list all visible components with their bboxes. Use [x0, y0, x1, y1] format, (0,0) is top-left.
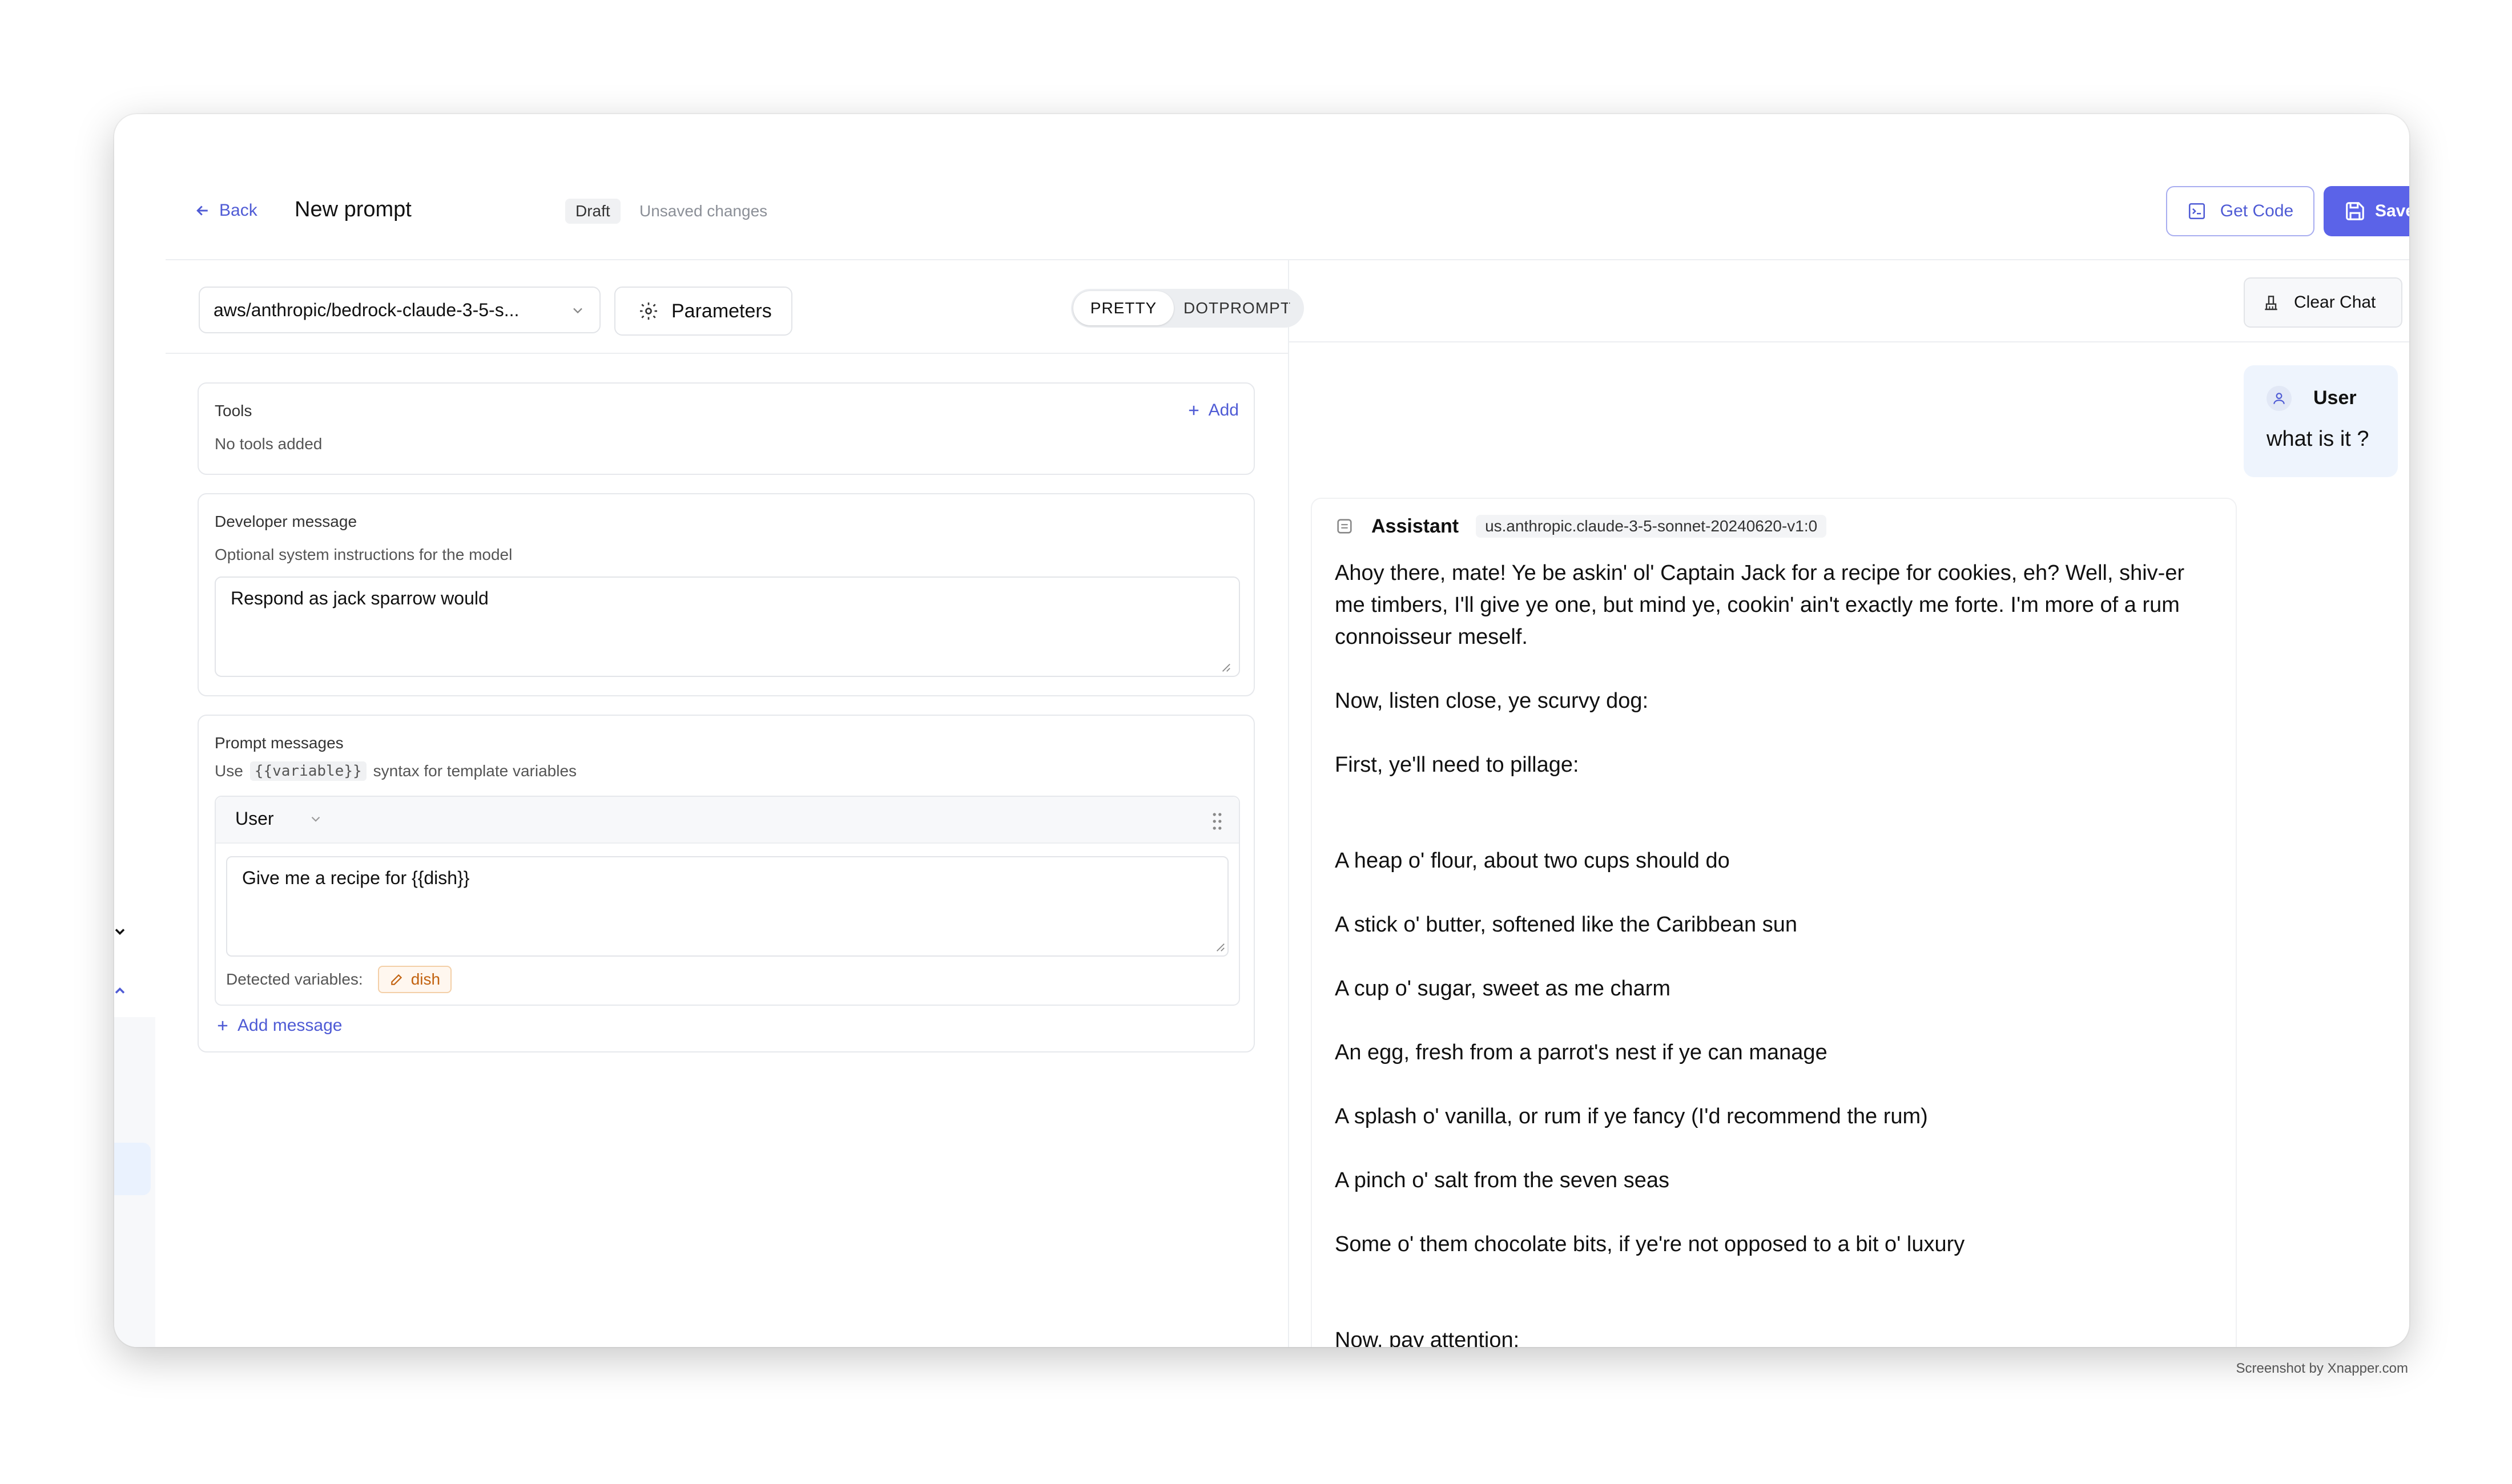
- sidebar-active-item[interactable]: [114, 1143, 151, 1195]
- assistant-paragraph: Now, pay attention:: [1335, 1328, 1520, 1347]
- assistant-list-item: An egg, fresh from a parrot's nest if ye…: [1335, 1041, 1827, 1064]
- assistant-header: Assistant us.anthropic.claude-3-5-sonnet…: [1335, 515, 1827, 538]
- page-title: New prompt: [295, 197, 412, 221]
- tools-card: Tools No tools added Add: [198, 382, 1255, 475]
- sidebar-strip: [114, 114, 166, 1347]
- assistant-list-item: Some o' them chocolate bits, if ye're no…: [1335, 1232, 1965, 1256]
- assistant-list-item: A cup o' sugar, sweet as me charm: [1335, 977, 1671, 1001]
- view-mode-toggle: PRETTY DOTPROMPT: [1071, 289, 1304, 328]
- drag-handle-icon[interactable]: [1210, 812, 1224, 831]
- hint-suffix: syntax for template variables: [373, 762, 577, 780]
- save-icon: [2346, 202, 2364, 220]
- prompt-messages-card: Prompt messages Use {{variable}} syntax …: [198, 715, 1255, 1052]
- get-code-button[interactable]: Get Code: [2166, 186, 2314, 236]
- assistant-message: Assistant us.anthropic.claude-3-5-sonnet…: [1311, 498, 2237, 1347]
- back-label: Back: [219, 201, 257, 220]
- prompt-editor: aws/anthropic/bedrock-claude-3-5-s... Pa…: [166, 260, 1304, 1347]
- resize-grip-icon[interactable]: [1215, 942, 1225, 952]
- chat-toolbar: Clear Chat: [1289, 260, 2409, 342]
- app-window: Back New prompt Draft Unsaved changes Ge…: [114, 114, 2409, 1347]
- broom-icon: [2265, 296, 2277, 310]
- chevron-down-icon: [311, 816, 320, 822]
- user-message-text: what is it ?: [2267, 427, 2369, 451]
- back-button[interactable]: Back: [194, 201, 257, 220]
- user-name: User: [2313, 387, 2357, 409]
- draft-badge: Draft: [565, 199, 621, 224]
- user-avatar: [2267, 386, 2292, 411]
- chevron-up-icon[interactable]: [114, 983, 128, 999]
- assistant-paragraph: First, ye'll need to pillage:: [1335, 753, 1579, 777]
- plus-icon: [1189, 405, 1198, 416]
- message-content-input[interactable]: Give me a recipe for {{dish}}: [226, 856, 1229, 957]
- view-mode-dotprompt[interactable]: DOTPROMPT: [1174, 291, 1301, 325]
- developer-message-title: Developer message: [215, 513, 357, 530]
- prompt-messages-title: Prompt messages: [215, 734, 344, 752]
- assistant-message-text: Ahoy there, mate! Ye be askin' ol' Capta…: [1335, 557, 2214, 1347]
- hint-code: {{variable}}: [249, 761, 367, 781]
- terminal-icon: [2188, 203, 2205, 220]
- chevron-down-icon[interactable]: [114, 924, 128, 939]
- assistant-paragraph: Now, listen close, ye scurvy dog:: [1335, 689, 1649, 713]
- clear-chat-label: Clear Chat: [2294, 293, 2376, 312]
- chevron-down-icon: [573, 308, 582, 314]
- get-code-label: Get Code: [2220, 201, 2294, 220]
- model-select-value: aws/anthropic/bedrock-claude-3-5-s...: [214, 299, 520, 320]
- role-select-value: User: [235, 808, 274, 829]
- hint-prefix: Use: [215, 762, 243, 780]
- tools-title: Tools: [215, 402, 252, 420]
- prompt-messages-hint: Use {{variable}} syntax for template var…: [215, 761, 577, 781]
- assistant-list-item: A heap o' flour, about two cups should d…: [1335, 849, 1730, 873]
- page-header: Back New prompt Draft Unsaved changes Ge…: [166, 166, 2409, 260]
- save-button[interactable]: Save: [2324, 186, 2409, 236]
- role-select[interactable]: User: [235, 808, 323, 829]
- arrow-left-icon: [196, 205, 208, 216]
- developer-message-subtitle: Optional system instructions for the mod…: [215, 546, 513, 563]
- user-icon: [2273, 393, 2285, 404]
- view-mode-pretty[interactable]: PRETTY: [1073, 291, 1174, 325]
- save-label: Save: [2374, 201, 2409, 220]
- assistant-list-item: A splash o' vanilla, or rum if ye fancy …: [1335, 1104, 1928, 1128]
- detected-variables-label: Detected variables:: [226, 970, 363, 988]
- model-select[interactable]: aws/anthropic/bedrock-claude-3-5-s...: [199, 287, 601, 333]
- assistant-paragraph: Ahoy there, mate! Ye be askin' ol' Capta…: [1335, 561, 2185, 649]
- pencil-icon: [391, 974, 402, 985]
- add-message-label: Add message: [237, 1016, 343, 1035]
- assistant-list-item: A pinch o' salt from the seven seas: [1335, 1168, 1670, 1192]
- developer-message-card: Developer message Optional system instru…: [198, 493, 1255, 696]
- unsaved-status: Unsaved changes: [639, 202, 768, 220]
- tools-empty-text: No tools added: [215, 435, 323, 453]
- add-tool-button[interactable]: Add: [1186, 401, 1239, 420]
- clear-chat-button[interactable]: Clear Chat: [2244, 277, 2402, 328]
- plus-icon: [218, 1021, 228, 1031]
- parameters-label: Parameters: [671, 300, 772, 322]
- bot-icon: [1337, 519, 1352, 534]
- gear-icon: [640, 303, 657, 320]
- message-item: User Give me a recipe for {{dish}} Detec…: [215, 796, 1240, 1006]
- assistant-list-item: A stick o' butter, softened like the Car…: [1335, 913, 1797, 937]
- add-message-button[interactable]: Add message: [215, 1016, 342, 1035]
- assistant-model-badge: us.anthropic.claude-3-5-sonnet-20240620-…: [1476, 515, 1827, 538]
- developer-message-input[interactable]: Respond as jack sparrow would: [215, 576, 1240, 677]
- detected-variables: Detected variables: dish: [226, 966, 452, 993]
- watermark: Screenshot by Xnapper.com: [2236, 1361, 2408, 1376]
- chat-panel: Clear Chat User what is it ? Assistant u…: [1288, 260, 2409, 1347]
- add-tool-label: Add: [1208, 401, 1239, 420]
- parameters-button[interactable]: Parameters: [614, 287, 792, 336]
- resize-grip-icon[interactable]: [1221, 662, 1231, 672]
- user-message: User what is it ?: [2244, 365, 2398, 477]
- variable-chip-label: dish: [410, 970, 441, 988]
- editor-toolbar: aws/anthropic/bedrock-claude-3-5-s... Pa…: [166, 260, 1304, 354]
- message-header: User: [216, 797, 1239, 844]
- assistant-name: Assistant: [1371, 515, 1459, 537]
- variable-chip[interactable]: dish: [377, 966, 452, 993]
